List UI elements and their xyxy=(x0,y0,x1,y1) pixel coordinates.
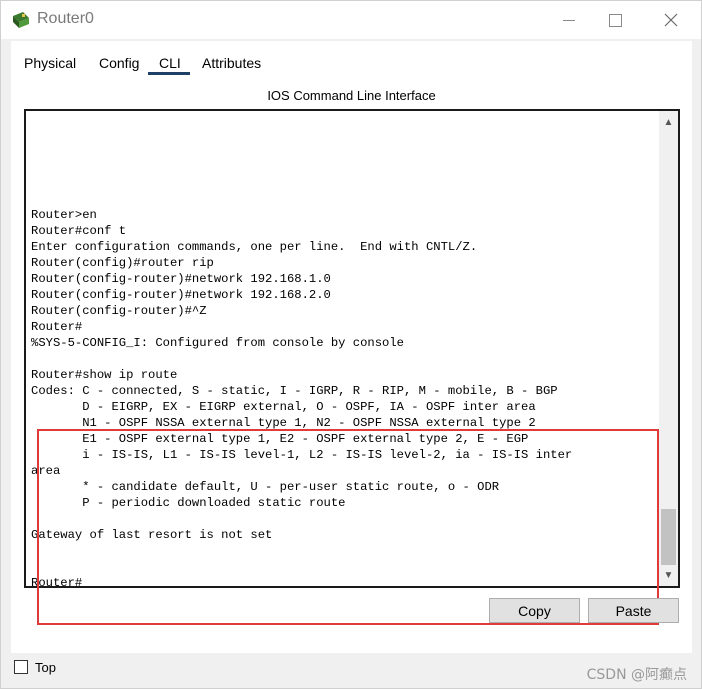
top-checkbox[interactable] xyxy=(14,660,28,674)
tab-bar: Physical Config CLI Attributes xyxy=(11,41,692,75)
minimize-button[interactable] xyxy=(546,1,592,39)
tab-physical[interactable]: Physical xyxy=(24,55,76,71)
tab-attributes[interactable]: Attributes xyxy=(202,55,261,71)
top-label: Top xyxy=(35,660,56,675)
client-area: Physical Config CLI Attributes IOS Comma… xyxy=(11,41,692,653)
tab-config[interactable]: Config xyxy=(99,55,139,71)
router-icon xyxy=(13,12,29,28)
tab-cli[interactable]: CLI xyxy=(159,55,181,71)
minimize-icon xyxy=(563,19,575,21)
cli-title: IOS Command Line Interface xyxy=(267,88,436,103)
close-icon xyxy=(664,13,678,27)
watermark: CSDN @阿癫点 xyxy=(586,667,687,683)
window-title: Router0 xyxy=(37,10,94,27)
cli-console[interactable]: Router>en Router#conf t Enter configurat… xyxy=(24,109,680,625)
active-tab-indicator xyxy=(148,72,190,75)
router-window: Router0 Physical Config CLI Attributes I… xyxy=(0,0,702,689)
scroll-up-icon[interactable]: ▲ xyxy=(659,113,678,131)
maximize-icon xyxy=(608,13,622,27)
scroll-down-icon[interactable]: ▼ xyxy=(659,566,678,584)
title-bar[interactable]: Router0 xyxy=(1,1,701,39)
console-output[interactable]: Router>en Router#conf t Enter configurat… xyxy=(31,207,572,591)
vertical-scrollbar[interactable]: ▲ ▼ xyxy=(659,111,678,586)
paste-button[interactable]: Paste xyxy=(588,598,679,623)
maximize-button[interactable] xyxy=(592,1,638,39)
scrollbar-thumb[interactable] xyxy=(661,509,676,565)
close-button[interactable] xyxy=(648,1,694,39)
copy-button[interactable]: Copy xyxy=(489,598,580,623)
